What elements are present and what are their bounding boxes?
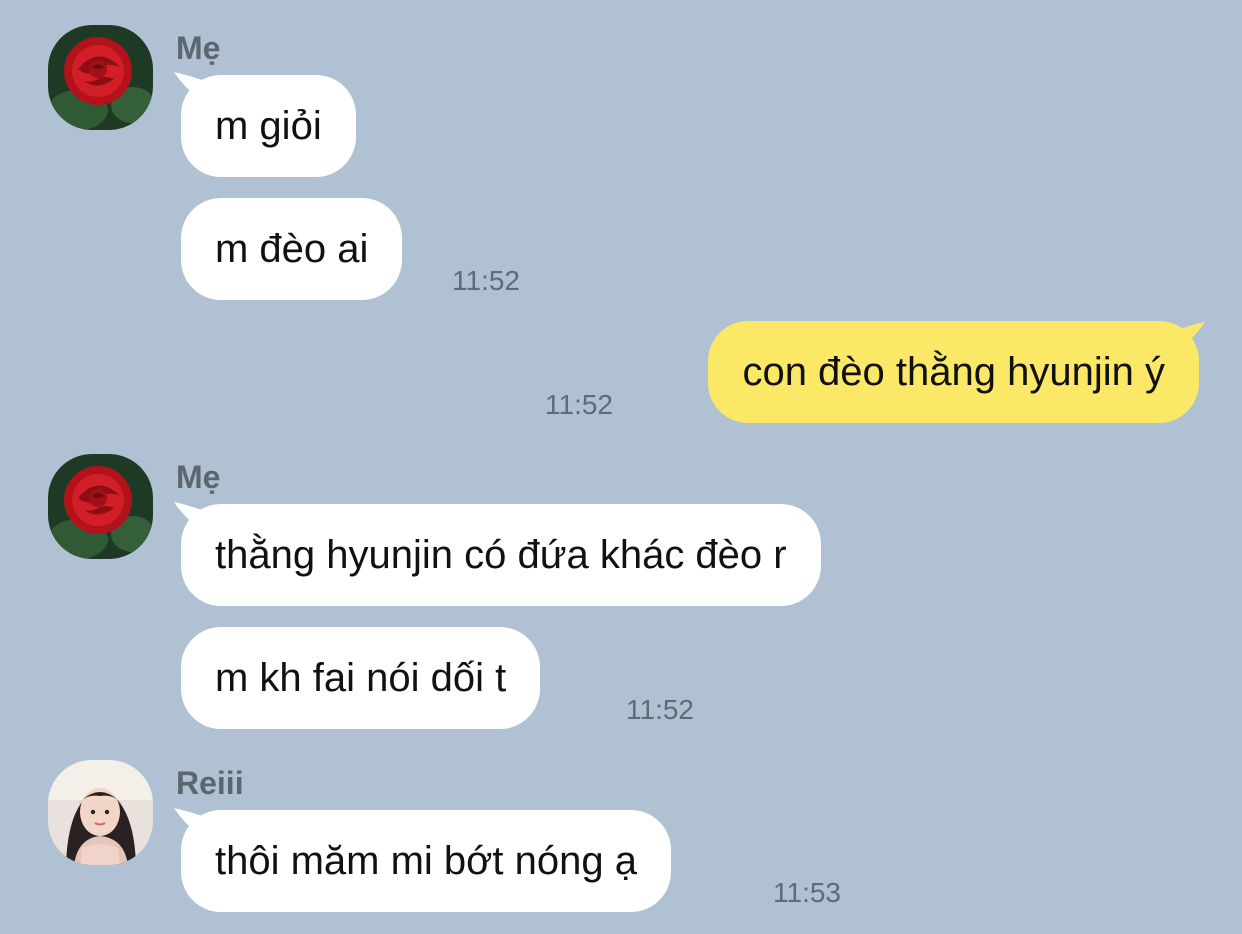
message-timestamp: 11:53 [773, 877, 841, 908]
sender-name: Mẹ [176, 459, 221, 495]
message-bubble[interactable]: thôi măm mi bớt nóng ạ [181, 810, 671, 912]
message-timestamp: 11:52 [626, 694, 694, 725]
sender-avatar-reiii[interactable] [48, 760, 153, 865]
message-bubble[interactable]: m giỏi [181, 75, 356, 177]
message-timestamp: 11:52 [545, 389, 613, 420]
sender-name: Reiii [176, 765, 244, 801]
sender-avatar-me[interactable] [48, 454, 153, 559]
rose-icon [48, 25, 153, 130]
message-bubble[interactable]: m kh fai nói dối t [181, 627, 541, 729]
sender-avatar-me[interactable] [48, 25, 153, 130]
message-bubble[interactable]: thằng hyunjin có đứa khác đèo r [181, 504, 821, 606]
message-bubble[interactable]: m đèo ai [181, 198, 403, 300]
girl-photo-icon [48, 760, 153, 865]
sender-name: Mẹ [176, 30, 221, 66]
chat-thread: Mẹ m giỏi m đèo ai 11:52 con đèo thằng h… [0, 0, 1242, 934]
message-timestamp: 11:52 [452, 265, 520, 296]
rose-icon [48, 454, 153, 559]
outgoing-message-bubble[interactable]: con đèo thằng hyunjin ý [708, 321, 1199, 423]
